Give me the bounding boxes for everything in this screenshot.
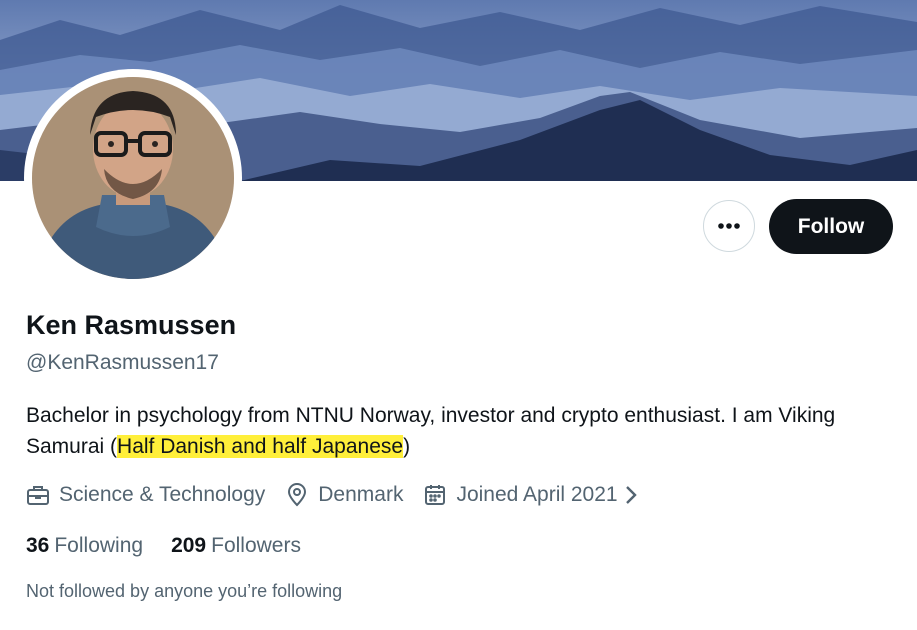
follow-stats: 36 Following 209 Followers xyxy=(26,534,329,558)
chevron-right-icon[interactable] xyxy=(624,484,638,506)
joined-item[interactable]: Joined April 2021 xyxy=(423,483,646,507)
briefcase-icon xyxy=(27,486,49,505)
profile-bio: Bachelor in psychology from NTNU Norway,… xyxy=(26,400,896,462)
display-name: Ken Rasmussen xyxy=(26,310,237,340)
followers-link[interactable]: 209 Followers xyxy=(171,534,301,558)
followers-count: 209 xyxy=(171,534,207,557)
following-label: Following xyxy=(54,534,144,557)
profile-meta: Science & Technology Denmark Joined Apri… xyxy=(26,478,667,512)
followers-label: Followers xyxy=(211,534,301,557)
social-context-text: Not followed by anyone you’re following xyxy=(26,581,343,601)
avatar-container xyxy=(24,69,242,287)
location-label: Denmark xyxy=(318,483,404,506)
category-item: Science & Technology xyxy=(26,483,265,507)
joined-label: Joined April 2021 xyxy=(456,483,618,506)
more-options-button[interactable] xyxy=(703,200,755,252)
location-pin-icon xyxy=(288,483,307,507)
user-handle: @KenRasmussen17 xyxy=(26,351,219,374)
avatar[interactable] xyxy=(32,77,234,279)
ellipsis-icon xyxy=(718,223,740,229)
follow-button[interactable]: Follow xyxy=(769,199,893,254)
bio-end: ) xyxy=(403,435,411,458)
location-item: Denmark xyxy=(285,483,403,507)
category-label: Science & Technology xyxy=(59,483,266,506)
calendar-icon xyxy=(425,485,446,505)
following-count: 36 xyxy=(26,534,50,557)
following-link[interactable]: 36 Following xyxy=(26,534,143,558)
bio-highlight: Half Danish and half Japanese xyxy=(117,435,404,458)
